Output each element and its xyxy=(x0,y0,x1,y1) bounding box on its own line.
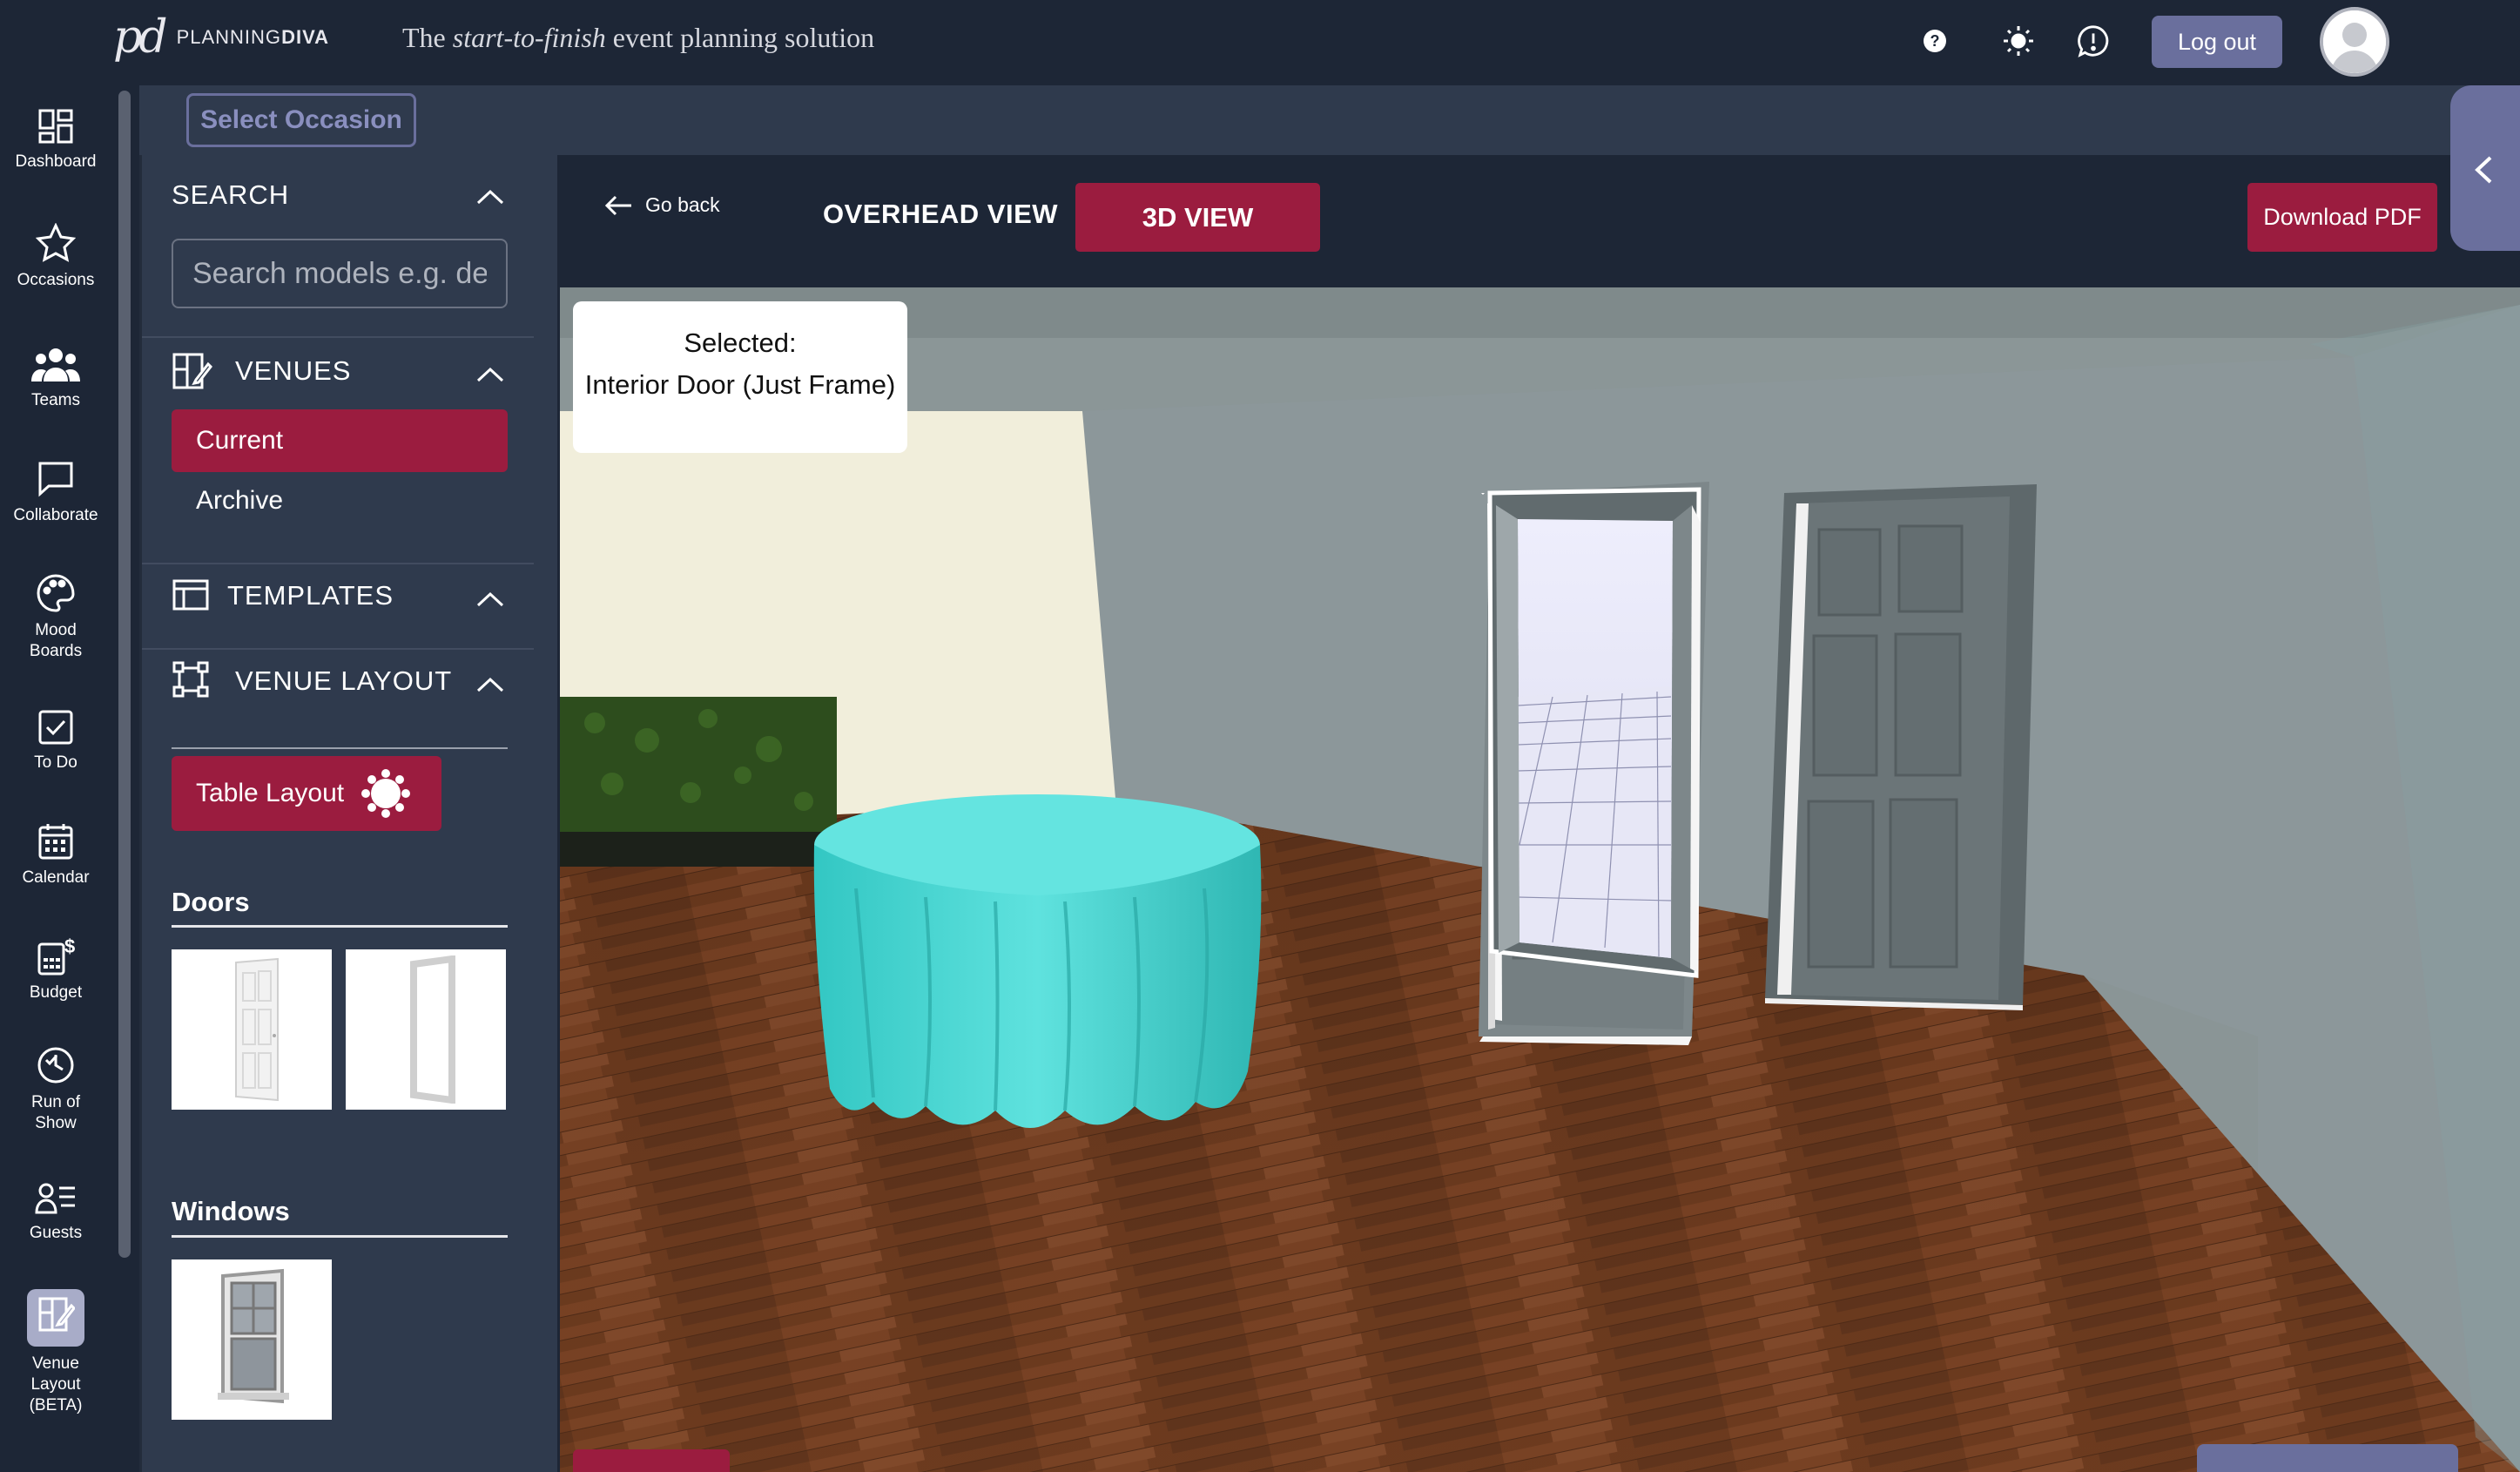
selected-item-name: Interior Door (Just Frame) xyxy=(584,369,896,400)
delete-button[interactable] xyxy=(573,1449,730,1472)
collapse-side-panel-tab[interactable] xyxy=(2450,85,2520,251)
overhead-view-tab[interactable]: OVERHEAD VIEW xyxy=(823,199,1058,230)
3d-view-tab[interactable]: 3D VIEW xyxy=(1075,183,1320,252)
venues-section-title: VENUES xyxy=(235,355,352,386)
door-panel-thumbnail[interactable] xyxy=(172,949,332,1110)
guests-icon xyxy=(35,1183,75,1214)
brand-logo[interactable]: pd PLANNINGDIVA xyxy=(113,0,329,74)
nav-label: Teams xyxy=(31,391,80,409)
venue-layout-section-title: VENUE LAYOUT xyxy=(235,665,453,696)
divider xyxy=(142,648,534,650)
chevron-up-icon[interactable] xyxy=(475,676,506,693)
door-frame-thumbnail[interactable] xyxy=(346,949,506,1110)
windows-title: Windows xyxy=(172,1196,290,1226)
divider xyxy=(142,336,534,338)
venue-layout-icon xyxy=(27,1289,84,1347)
nav-item-to-do[interactable]: To Do xyxy=(0,709,111,773)
nav-label: Venue Layout (BETA) xyxy=(29,1354,83,1415)
add-edit-button[interactable] xyxy=(2197,1444,2458,1472)
windows-underline xyxy=(172,1235,508,1238)
nav-scrollbar[interactable] xyxy=(118,91,131,1258)
clock-icon xyxy=(37,1047,74,1084)
3d-scene[interactable]: Selected: Interior Door (Just Frame) xyxy=(560,287,2520,1472)
nav-item-occasions[interactable]: Occasions xyxy=(0,223,111,291)
star-icon xyxy=(36,223,76,262)
theme-toggle-icon[interactable] xyxy=(2001,24,2036,58)
table-layout-label: Table Layout xyxy=(196,779,345,807)
window-thumbnail[interactable] xyxy=(172,1259,332,1420)
checkbox-icon xyxy=(38,710,73,745)
chevron-left-icon xyxy=(2475,156,2492,184)
logo-monogram: pd xyxy=(113,10,168,64)
nav-item-venue-layout[interactable]: Venue Layout (BETA) xyxy=(0,1289,111,1416)
divider xyxy=(142,563,534,564)
select-occasion-button[interactable]: Select Occasion xyxy=(186,93,416,147)
room-render xyxy=(560,287,2520,1472)
venue-layout-shape-icon xyxy=(172,661,209,698)
nav-item-dashboard[interactable]: Dashboard xyxy=(0,108,111,172)
logout-button[interactable]: Log out xyxy=(2152,16,2282,68)
download-pdf-button[interactable]: Download PDF xyxy=(2247,183,2437,252)
selected-label: Selected: xyxy=(684,327,797,358)
templates-icon xyxy=(172,579,209,611)
dashboard-icon xyxy=(38,109,73,144)
nav-item-collaborate[interactable]: Collaborate xyxy=(0,460,111,526)
arrow-left-icon xyxy=(604,195,631,215)
window-icon xyxy=(218,1268,289,1404)
chevron-up-icon[interactable] xyxy=(475,188,506,206)
door-frame-icon xyxy=(410,955,455,1104)
table-layout-button[interactable]: Table Layout xyxy=(172,756,441,831)
nav-item-run-of-show[interactable]: Run of Show xyxy=(0,1045,111,1134)
help-icon[interactable]: ? xyxy=(1917,24,1952,58)
nav-item-mood-boards[interactable]: Mood Boards xyxy=(0,573,111,662)
palette-icon xyxy=(37,574,75,612)
venue-layout-icon xyxy=(172,353,212,389)
svg-text:?: ? xyxy=(1930,32,1940,50)
nav-label: Run of Show xyxy=(31,1093,80,1132)
brand-name: PLANNINGDIVA xyxy=(176,25,329,48)
nav-label: To Do xyxy=(34,753,77,772)
nav-item-guests[interactable]: Guests xyxy=(0,1181,111,1244)
nav-label: Calendar xyxy=(22,868,90,887)
top-bar: pd PLANNINGDIVA The start-to-finish even… xyxy=(0,0,2520,85)
door-icon xyxy=(235,957,279,1102)
nav-item-budget[interactable]: $ Budget xyxy=(0,935,111,1003)
nav-item-calendar[interactable]: Calendar xyxy=(0,822,111,888)
doors-underline xyxy=(172,925,508,928)
go-back-label: Go back xyxy=(645,193,720,216)
nav-label: Collaborate xyxy=(13,506,98,524)
nav-item-teams[interactable]: Teams xyxy=(0,347,111,411)
venues-current-tab[interactable]: Current xyxy=(172,409,508,472)
feedback-icon[interactable] xyxy=(2076,24,2111,58)
tagline: The start-to-finish event planning solut… xyxy=(402,22,875,53)
round-table-icon xyxy=(361,769,411,818)
chevron-up-icon[interactable] xyxy=(475,366,506,383)
search-input[interactable] xyxy=(172,239,508,308)
go-back-link[interactable]: Go back xyxy=(603,193,720,217)
doors-title: Doors xyxy=(172,887,250,917)
nav-label: Guests xyxy=(29,1224,83,1242)
avatar[interactable] xyxy=(2320,7,2389,77)
calendar-icon xyxy=(38,824,73,860)
nav-label: Mood Boards xyxy=(29,621,83,660)
templates-section-title: TEMPLATES xyxy=(227,580,394,611)
chat-icon xyxy=(38,462,73,497)
nav-label: Dashboard xyxy=(15,152,97,171)
search-section-title: SEARCH xyxy=(172,179,290,210)
sub-header xyxy=(139,85,2520,155)
selected-item-card: Selected: Interior Door (Just Frame) xyxy=(573,301,907,453)
chevron-up-icon[interactable] xyxy=(475,591,506,608)
models-panel: SEARCH VENUES Current Archive TEMPLATES … xyxy=(139,155,557,1472)
budget-icon: $ xyxy=(37,935,75,976)
left-nav: Dashboard Occasions Teams Collaborate Mo… xyxy=(0,85,111,1472)
svg-text:$: $ xyxy=(64,935,75,957)
venues-archive-tab[interactable]: Archive xyxy=(196,486,283,516)
nav-label: Occasions xyxy=(17,271,95,289)
nav-label: Budget xyxy=(29,983,83,1002)
divider xyxy=(172,747,508,749)
teams-icon xyxy=(31,348,80,382)
